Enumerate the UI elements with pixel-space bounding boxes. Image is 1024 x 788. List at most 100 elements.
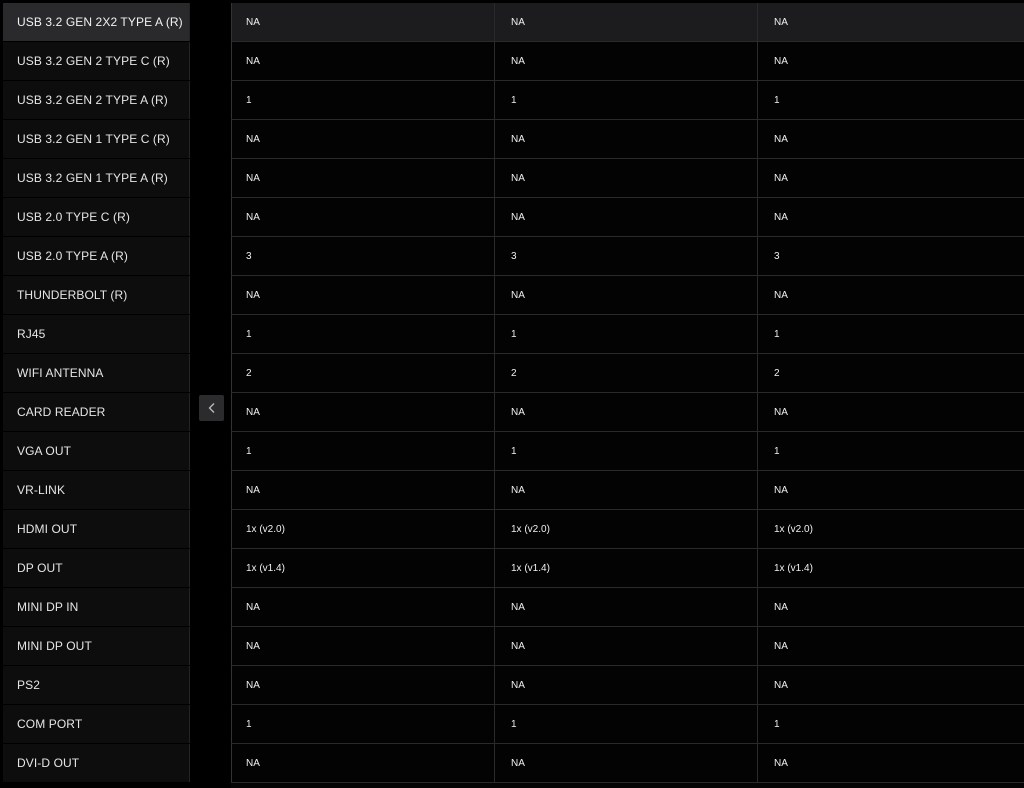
spec-value-cell: 1x (v1.4): [757, 549, 1024, 587]
table-row: NA NA NA: [231, 3, 1024, 42]
spec-value-cell: 1: [494, 705, 757, 743]
spec-value-cell: NA: [231, 120, 494, 158]
table-row: NA NA NA: [231, 627, 1024, 666]
spec-value-cell: 1x (v2.0): [757, 510, 1024, 548]
spec-label-column: USB 3.2 GEN 2X2 TYPE A (R) USB 3.2 GEN 2 …: [3, 3, 190, 788]
spec-value-cell: NA: [231, 744, 494, 782]
spec-value-cell: 1: [231, 81, 494, 119]
spec-value-cell: 1: [231, 432, 494, 470]
spec-row-label[interactable]: USB 2.0 TYPE C (R): [3, 198, 190, 236]
spec-value-cell: 1: [757, 81, 1024, 119]
spec-value-cell: 3: [231, 237, 494, 275]
spec-value-cell: NA: [231, 393, 494, 431]
spec-value-cell: NA: [494, 276, 757, 314]
spec-value-cell: 1: [494, 315, 757, 353]
spec-value-cell: NA: [231, 666, 494, 704]
spec-row-label[interactable]: COM PORT: [3, 705, 190, 743]
spec-value-cell: 1: [757, 432, 1024, 470]
spec-row-label[interactable]: USB 2.0 TYPE A (R): [3, 237, 190, 275]
table-row: 1x (v1.4) 1x (v1.4) 1x (v1.4): [231, 549, 1024, 588]
spec-row-label[interactable]: USB 3.2 GEN 2 TYPE C (R): [3, 42, 190, 80]
spec-value-cell: NA: [757, 198, 1024, 236]
table-row: NA NA NA: [231, 744, 1024, 783]
table-row: NA NA NA: [231, 276, 1024, 315]
spec-value-cell: 2: [757, 354, 1024, 392]
table-row: NA NA NA: [231, 666, 1024, 705]
spec-value-cell: 1: [494, 81, 757, 119]
spec-value-cell: NA: [757, 471, 1024, 509]
table-row: NA NA NA: [231, 42, 1024, 81]
spec-row-label[interactable]: THUNDERBOLT (R): [3, 276, 190, 314]
spec-value-cell: NA: [757, 42, 1024, 80]
spec-value-cell: NA: [757, 3, 1024, 41]
spec-value-cell: NA: [494, 744, 757, 782]
spec-row-label[interactable]: USB 3.2 GEN 2 TYPE A (R): [3, 81, 190, 119]
spec-row-label[interactable]: DP OUT: [3, 549, 190, 587]
spec-value-cell: 1x (v2.0): [494, 510, 757, 548]
table-row: 222: [231, 354, 1024, 393]
spec-row-label[interactable]: MINI DP OUT: [3, 627, 190, 665]
spec-row-label[interactable]: VR-LINK: [3, 471, 190, 509]
table-row: 111: [231, 705, 1024, 744]
spec-value-cell: NA: [757, 276, 1024, 314]
spec-row-label[interactable]: WIFI ANTENNA: [3, 354, 190, 392]
spec-value-cell: NA: [757, 588, 1024, 626]
spec-row-label[interactable]: CARD READER: [3, 393, 190, 431]
spec-value-cell: 3: [494, 237, 757, 275]
spec-value-cell: NA: [231, 471, 494, 509]
spec-row-label[interactable]: MINI DP IN: [3, 588, 190, 626]
spec-value-cell: NA: [494, 588, 757, 626]
spec-value-cell: NA: [231, 3, 494, 41]
spec-value-cell: NA: [231, 159, 494, 197]
collapse-button[interactable]: [199, 395, 224, 421]
spec-row-label[interactable]: DVI-D OUT: [3, 744, 190, 782]
spec-value-cell: NA: [231, 198, 494, 236]
spec-value-cell: 2: [494, 354, 757, 392]
spec-value-cell: NA: [231, 588, 494, 626]
spec-value-cell: 1x (v1.4): [494, 549, 757, 587]
spec-value-cell: 1x (v2.0): [231, 510, 494, 548]
table-row: 333: [231, 237, 1024, 276]
spec-value-cell: NA: [494, 666, 757, 704]
spec-row-label[interactable]: PS2: [3, 666, 190, 704]
spec-value-cell: NA: [494, 471, 757, 509]
spec-row-label[interactable]: RJ45: [3, 315, 190, 353]
spec-value-cell: NA: [494, 42, 757, 80]
spec-value-cell: NA: [757, 627, 1024, 665]
spec-value-cell: 2: [231, 354, 494, 392]
table-row: 111: [231, 315, 1024, 354]
spec-value-cell: NA: [757, 120, 1024, 158]
column-gutter: [191, 0, 231, 788]
spec-value-cell: 1: [231, 705, 494, 743]
spec-row-label[interactable]: USB 3.2 GEN 2X2 TYPE A (R): [3, 3, 190, 41]
spec-value-cell: NA: [494, 198, 757, 236]
table-row: NA NA NA: [231, 588, 1024, 627]
spec-value-cell: NA: [757, 159, 1024, 197]
spec-value-cell: NA: [494, 120, 757, 158]
spec-value-cell: NA: [757, 666, 1024, 704]
spec-value-cell: NA: [494, 627, 757, 665]
table-row: NA NA NA: [231, 159, 1024, 198]
table-row: NA NA NA: [231, 198, 1024, 237]
spec-value-cell: NA: [231, 627, 494, 665]
chevron-left-icon: [208, 403, 214, 413]
spec-value-cell: 3: [757, 237, 1024, 275]
spec-row-label[interactable]: USB 3.2 GEN 1 TYPE C (R): [3, 120, 190, 158]
spec-value-cell: NA: [757, 744, 1024, 782]
spec-value-grid: NA NA NA NA NA NA 1 1 1 NA NA NA NA NA NA NA NA NA 3 3 3 NA NA…: [231, 3, 1024, 788]
spec-value-cell: NA: [231, 42, 494, 80]
table-row: 111: [231, 432, 1024, 471]
spec-value-cell: 1: [494, 432, 757, 470]
spec-row-label[interactable]: HDMI OUT: [3, 510, 190, 548]
spec-value-cell: 1x (v1.4): [231, 549, 494, 587]
spec-comparison-table: USB 3.2 GEN 2X2 TYPE A (R) USB 3.2 GEN 2 …: [0, 0, 1024, 788]
spec-value-cell: NA: [494, 3, 757, 41]
table-row: NA NA NA: [231, 120, 1024, 159]
table-row: NA NA NA: [231, 471, 1024, 510]
spec-row-label[interactable]: USB 3.2 GEN 1 TYPE A (R): [3, 159, 190, 197]
spec-value-cell: 1: [757, 315, 1024, 353]
table-row: 111: [231, 81, 1024, 120]
spec-row-label[interactable]: VGA OUT: [3, 432, 190, 470]
spec-value-cell: NA: [494, 159, 757, 197]
table-row: NA NA NA: [231, 393, 1024, 432]
